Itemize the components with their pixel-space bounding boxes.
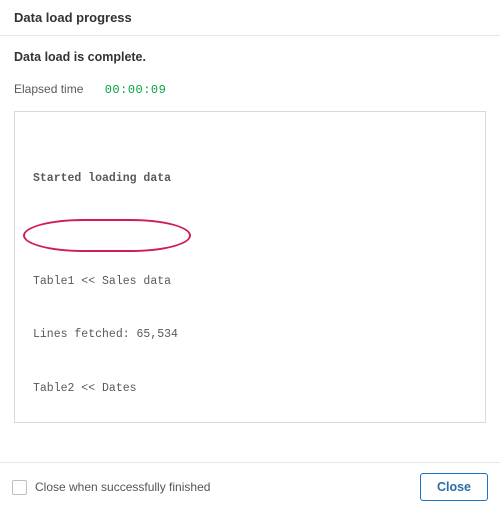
dialog-content: Data load is complete. Elapsed time 00:0… <box>0 36 500 429</box>
log-line: Table2 << Dates <box>33 380 467 398</box>
close-when-finished-option[interactable]: Close when successfully finished <box>12 480 210 495</box>
elapsed-time-label: Elapsed time <box>14 82 83 96</box>
dialog-titlebar: Data load progress <box>0 0 500 36</box>
log-line: Lines fetched: 65,534 <box>33 326 467 344</box>
log-line: Table1 << Sales data <box>33 273 467 291</box>
close-when-finished-label: Close when successfully finished <box>35 480 210 494</box>
checkbox-icon[interactable] <box>12 480 27 495</box>
close-button[interactable]: Close <box>420 473 488 501</box>
log-heading-started: Started loading data <box>33 170 467 188</box>
dialog-title: Data load progress <box>14 10 486 25</box>
elapsed-time-value: 00:00:09 <box>105 83 167 97</box>
status-message: Data load is complete. <box>14 50 486 64</box>
dialog-footer: Close when successfully finished Close <box>0 462 500 511</box>
elapsed-time-row: Elapsed time 00:00:09 <box>14 82 486 97</box>
log-panel: Started loading data Table1 << Sales dat… <box>14 111 486 423</box>
